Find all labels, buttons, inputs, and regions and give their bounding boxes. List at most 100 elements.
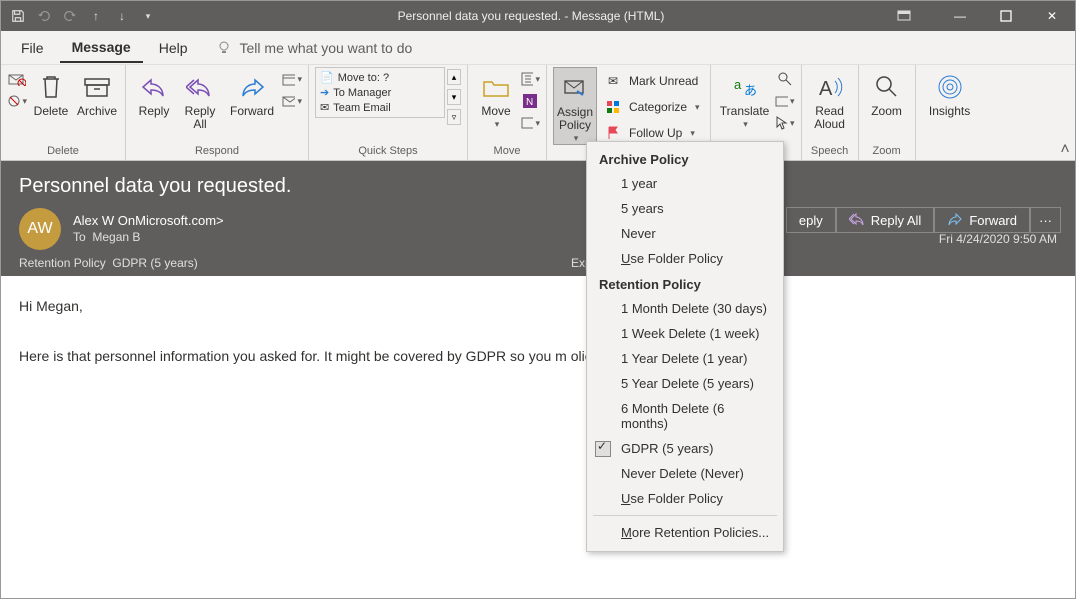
reply-icon — [138, 71, 170, 103]
categorize-button[interactable]: Categorize — [599, 95, 704, 119]
insights-button[interactable]: Insights — [922, 67, 978, 118]
reply-action[interactable]: eply — [786, 207, 836, 233]
ignore-icon[interactable] — [7, 69, 27, 89]
group-label: Move — [474, 143, 540, 160]
group-speech: A Read Aloud Speech — [802, 65, 859, 160]
reply-all-icon — [184, 71, 216, 103]
assign-policy-button[interactable]: Assign Policy — [553, 67, 597, 145]
ribbon-display-icon[interactable] — [897, 10, 937, 22]
qs-to-manager[interactable]: ➔To Manager — [320, 85, 440, 100]
archive-icon — [81, 71, 113, 103]
lightbulb-icon — [216, 40, 232, 56]
menu-item-6month[interactable]: 6 Month Delete (6 months) — [587, 396, 783, 436]
to-line: To Megan B — [73, 230, 224, 246]
reply-button[interactable]: Reply — [132, 67, 176, 118]
svg-text:あ: あ — [744, 83, 757, 98]
menu-bar: File Message Help Tell me what you want … — [1, 31, 1075, 65]
next-item-icon[interactable]: ↓ — [111, 5, 133, 27]
menu-item-1year[interactable]: 1 year — [587, 171, 783, 196]
rules-icon[interactable] — [520, 69, 540, 89]
group-insights: Insights — [916, 65, 984, 160]
quicksteps-gallery[interactable]: 📄Move to: ? ➔To Manager ✉Team Email — [315, 67, 445, 118]
read-aloud-button[interactable]: A Read Aloud — [808, 67, 852, 131]
from-line: Alex W OnMicrosoft.com> — [73, 213, 224, 230]
envelope-icon: ✉ — [320, 101, 329, 114]
group-zoom: Zoom Zoom — [859, 65, 916, 160]
reply-all-action[interactable]: Reply All — [836, 207, 935, 233]
menu-header-retention: Retention Policy — [587, 271, 783, 296]
read-aloud-icon: A — [814, 71, 846, 103]
menu-item-more-policies[interactable]: More Retention Policies... — [587, 520, 783, 545]
maximize-button[interactable] — [983, 1, 1029, 31]
select-icon[interactable] — [775, 113, 795, 133]
menu-item-5years[interactable]: 5 years — [587, 196, 783, 221]
menu-item-1month[interactable]: 1 Month Delete (30 days) — [587, 296, 783, 321]
translate-icon: aあ — [729, 71, 761, 103]
reply-all-button[interactable]: Reply All — [178, 67, 222, 131]
delete-button[interactable]: Delete — [29, 67, 73, 118]
mark-unread-button[interactable]: ✉Mark Unread — [599, 69, 704, 93]
body-line: Hi Megan, — [19, 294, 1057, 319]
qs-team-email[interactable]: ✉Team Email — [320, 100, 440, 115]
forward-action[interactable]: Forward — [934, 207, 1030, 233]
group-move: Move N Move — [468, 65, 547, 160]
meeting-icon[interactable] — [282, 69, 302, 89]
message-header: Personnel data you requested. AW Alex W … — [1, 161, 1075, 276]
tell-me-label: Tell me what you want to do — [240, 40, 413, 56]
assign-policy-icon — [559, 72, 591, 104]
action-bar: eply Reply All Forward ··· — [786, 207, 1061, 233]
menu-item-gdpr[interactable]: GDPR (5 years) — [587, 436, 783, 461]
onenote-icon[interactable]: N — [520, 91, 540, 111]
qat-more-icon[interactable]: ▾ — [137, 5, 159, 27]
more-respond-icon[interactable] — [282, 91, 302, 111]
junk-icon[interactable] — [7, 91, 27, 111]
body-line: Here is that personnel information you a… — [19, 344, 1057, 369]
menu-item-never-delete[interactable]: Never Delete (Never) — [587, 461, 783, 486]
subject: Personnel data you requested. — [19, 175, 1057, 198]
quick-access-toolbar: ↑ ↓ ▾ — [1, 5, 165, 27]
minimize-button[interactable]: ― — [937, 1, 983, 31]
more-actions[interactable]: ··· — [1030, 207, 1061, 233]
menu-item-never[interactable]: Never — [587, 221, 783, 246]
translate-button[interactable]: aあ Translate — [717, 67, 773, 130]
forward-icon — [947, 212, 963, 228]
qs-more-icon[interactable]: ▿ — [447, 109, 461, 125]
tab-message[interactable]: Message — [60, 33, 143, 63]
qs-scroll-up-icon[interactable]: ▴ — [447, 69, 461, 85]
avatar: AW — [19, 208, 61, 250]
menu-item-use-folder-archive[interactable]: Use Folder Policy — [587, 246, 783, 271]
group-label: Zoom — [865, 143, 909, 160]
zoom-icon — [871, 71, 903, 103]
meta-line: Retention Policy GDPR (5 years) — [19, 256, 1057, 270]
prev-item-icon[interactable]: ↑ — [85, 5, 107, 27]
zoom-button[interactable]: Zoom — [865, 67, 909, 118]
redo-icon[interactable] — [59, 5, 81, 27]
actions-icon[interactable] — [520, 113, 540, 133]
menu-item-1year-ret[interactable]: 1 Year Delete (1 year) — [587, 346, 783, 371]
menu-item-use-folder-retention[interactable]: Use Folder Policy — [587, 486, 783, 511]
arrow-right-icon: ➔ — [320, 86, 329, 99]
qs-move-to[interactable]: 📄Move to: ? — [320, 70, 440, 85]
menu-item-1week[interactable]: 1 Week Delete (1 week) — [587, 321, 783, 346]
archive-button[interactable]: Archive — [75, 67, 119, 118]
move-icon: 📄 — [320, 71, 334, 84]
group-label: Respond — [132, 143, 302, 160]
qs-scroll-down-icon[interactable]: ▾ — [447, 89, 461, 105]
menu-item-5year-ret[interactable]: 5 Year Delete (5 years) — [587, 371, 783, 396]
folder-icon — [480, 71, 512, 103]
flag-icon — [603, 123, 623, 143]
move-button[interactable]: Move — [474, 67, 518, 130]
tab-file[interactable]: File — [9, 34, 56, 62]
forward-button[interactable]: Forward — [224, 67, 280, 118]
group-label: Quick Steps — [315, 143, 461, 160]
collapse-ribbon-icon[interactable]: ˄ — [1055, 140, 1075, 160]
save-icon[interactable] — [7, 5, 29, 27]
menu-header-archive: Archive Policy — [587, 146, 783, 171]
close-button[interactable]: ✕ — [1029, 1, 1075, 31]
tab-help[interactable]: Help — [147, 34, 200, 62]
related-icon[interactable] — [775, 91, 795, 111]
undo-icon[interactable] — [33, 5, 55, 27]
title-bar: ↑ ↓ ▾ Personnel data you requested. - Me… — [1, 1, 1075, 31]
find-icon[interactable] — [775, 69, 795, 89]
tell-me[interactable]: Tell me what you want to do — [216, 40, 413, 56]
